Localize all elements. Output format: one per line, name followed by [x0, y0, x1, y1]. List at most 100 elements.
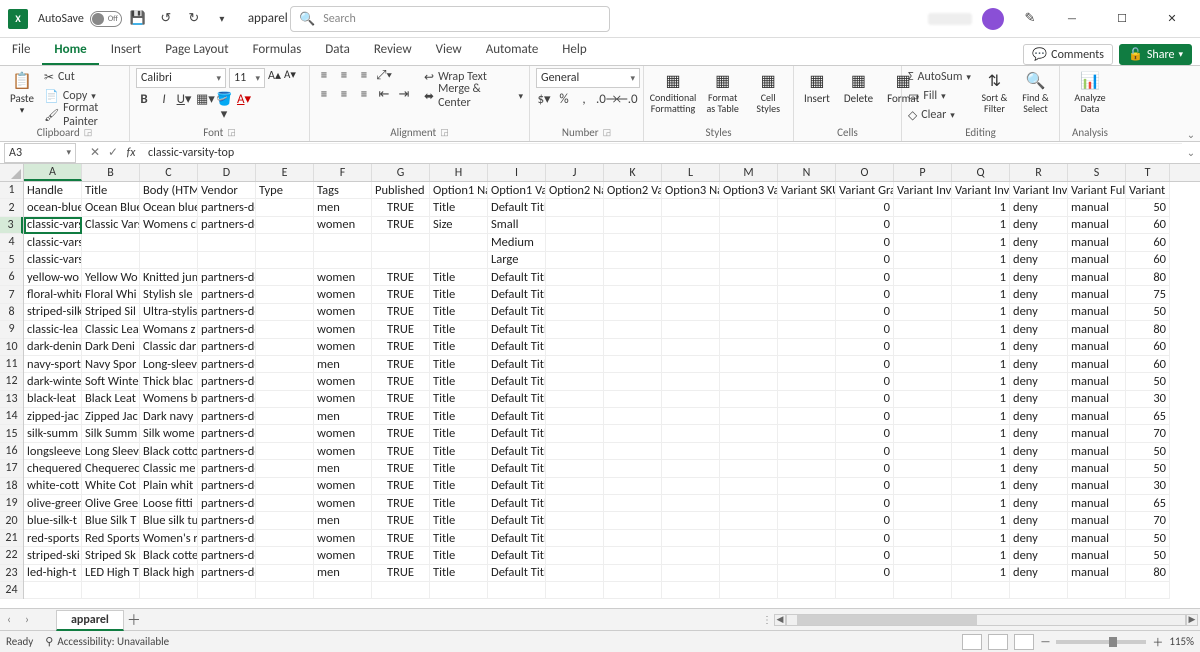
row-header-6[interactable]: 6: [0, 269, 23, 286]
cell-O5[interactable]: 0: [836, 252, 894, 269]
row-header-8[interactable]: 8: [0, 304, 23, 321]
cell-I1[interactable]: Option1 Value: [488, 182, 546, 199]
cell-N6[interactable]: [778, 269, 836, 286]
cell-M3[interactable]: [720, 217, 778, 234]
cell-G3[interactable]: TRUE: [372, 217, 430, 234]
cell-F7[interactable]: women: [314, 286, 372, 303]
cell-I15[interactable]: Default Title: [488, 425, 546, 442]
underline-button[interactable]: U▾: [176, 92, 192, 122]
cell-M5[interactable]: [720, 252, 778, 269]
cell-K19[interactable]: [604, 495, 662, 512]
cell-T22[interactable]: 50: [1126, 547, 1170, 564]
cell-D20[interactable]: partners-demo: [198, 512, 256, 529]
cell-R19[interactable]: deny: [1010, 495, 1068, 512]
cell-K10[interactable]: [604, 339, 662, 356]
cell-B3[interactable]: Classic Varsity: [82, 217, 140, 234]
zoom-in-button[interactable]: ＋: [1152, 634, 1163, 650]
cell-C4[interactable]: [140, 234, 198, 251]
cell-F10[interactable]: women: [314, 339, 372, 356]
cell-C24[interactable]: [140, 582, 198, 599]
select-all-corner[interactable]: [0, 164, 24, 182]
formula-input[interactable]: classic-varsity-top: [140, 143, 1182, 163]
cell-C17[interactable]: Classic me: [140, 460, 198, 477]
cell-L24[interactable]: [662, 582, 720, 599]
cell-F12[interactable]: women: [314, 373, 372, 390]
increase-decimal-icon[interactable]: .0→: [596, 92, 612, 107]
row-header-7[interactable]: 7: [0, 286, 23, 303]
cell-R8[interactable]: deny: [1010, 304, 1068, 321]
cell-J2[interactable]: [546, 199, 604, 216]
cell-Q13[interactable]: 1: [952, 391, 1010, 408]
cell-I13[interactable]: Default Title: [488, 391, 546, 408]
cell-M23[interactable]: [720, 565, 778, 582]
cell-L21[interactable]: [662, 530, 720, 547]
cell-J21[interactable]: [546, 530, 604, 547]
cell-P13[interactable]: [894, 391, 952, 408]
cell-I3[interactable]: Small: [488, 217, 546, 234]
cell-I19[interactable]: Default Title: [488, 495, 546, 512]
cell-B15[interactable]: Silk Summ: [82, 425, 140, 442]
cell-A7[interactable]: floral-white: [24, 286, 82, 303]
cell-M17[interactable]: [720, 460, 778, 477]
fill-button[interactable]: ▭Fill▾: [908, 87, 971, 105]
cell-G19[interactable]: TRUE: [372, 495, 430, 512]
cell-S9[interactable]: manual: [1068, 321, 1126, 338]
cell-M24[interactable]: [720, 582, 778, 599]
cell-S6[interactable]: manual: [1068, 269, 1126, 286]
cell-H3[interactable]: Size: [430, 217, 488, 234]
col-header-B[interactable]: B: [82, 164, 140, 181]
cell-L10[interactable]: [662, 339, 720, 356]
ribbon-tab-view[interactable]: View: [424, 38, 474, 65]
cell-T3[interactable]: 60: [1126, 217, 1170, 234]
cell-Q21[interactable]: 1: [952, 530, 1010, 547]
cell-R20[interactable]: deny: [1010, 512, 1068, 529]
cell-D24[interactable]: [198, 582, 256, 599]
cell-L22[interactable]: [662, 547, 720, 564]
cell-M18[interactable]: [720, 478, 778, 495]
cell-N8[interactable]: [778, 304, 836, 321]
cell-O8[interactable]: 0: [836, 304, 894, 321]
cell-T10[interactable]: 60: [1126, 339, 1170, 356]
cell-C12[interactable]: Thick blac: [140, 373, 198, 390]
cell-A12[interactable]: dark-winte: [24, 373, 82, 390]
cell-H14[interactable]: Title: [430, 408, 488, 425]
cell-O6[interactable]: 0: [836, 269, 894, 286]
ribbon-tab-file[interactable]: File: [0, 38, 42, 65]
cell-L7[interactable]: [662, 286, 720, 303]
cell-C16[interactable]: Black cotto: [140, 443, 198, 460]
cell-B20[interactable]: Blue Silk T: [82, 512, 140, 529]
autosum-button[interactable]: ΣAutoSum▾: [908, 68, 971, 86]
cell-B2[interactable]: Ocean Blue: [82, 199, 140, 216]
row-header-18[interactable]: 18: [0, 478, 23, 495]
cell-K2[interactable]: [604, 199, 662, 216]
cell-P20[interactable]: [894, 512, 952, 529]
cell-K16[interactable]: [604, 443, 662, 460]
col-header-M[interactable]: M: [720, 164, 778, 181]
fx-icon[interactable]: fx: [122, 146, 140, 160]
cell-B22[interactable]: Striped Sk: [82, 547, 140, 564]
cell-H4[interactable]: [430, 234, 488, 251]
row-header-5[interactable]: 5: [0, 252, 23, 269]
cell-I17[interactable]: Default Title: [488, 460, 546, 477]
autosave[interactable]: AutoSave Off: [38, 11, 122, 27]
cell-D13[interactable]: partners-demo: [198, 391, 256, 408]
cell-O23[interactable]: 0: [836, 565, 894, 582]
cell-N16[interactable]: [778, 443, 836, 460]
cell-T24[interactable]: [1126, 582, 1170, 599]
cell-G21[interactable]: TRUE: [372, 530, 430, 547]
cell-Q22[interactable]: 1: [952, 547, 1010, 564]
cell-L3[interactable]: [662, 217, 720, 234]
cell-E2[interactable]: [256, 199, 314, 216]
cell-I8[interactable]: Default Title: [488, 304, 546, 321]
cell-F15[interactable]: women: [314, 425, 372, 442]
fill-color-button[interactable]: 🪣▾: [216, 92, 232, 122]
cell-L23[interactable]: [662, 565, 720, 582]
cell-K8[interactable]: [604, 304, 662, 321]
col-header-C[interactable]: C: [140, 164, 198, 181]
cell-S5[interactable]: manual: [1068, 252, 1126, 269]
conditional-formatting-button[interactable]: ▦Conditional Formatting: [650, 68, 696, 116]
cell-P6[interactable]: [894, 269, 952, 286]
cell-J8[interactable]: [546, 304, 604, 321]
cell-I7[interactable]: Default Title: [488, 286, 546, 303]
cell-P7[interactable]: [894, 286, 952, 303]
